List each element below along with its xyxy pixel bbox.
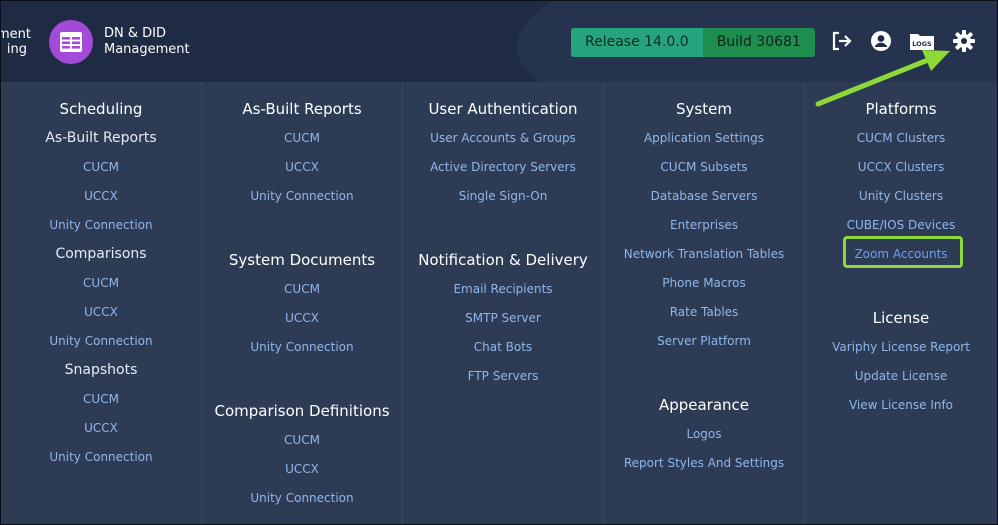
menu-column-users: User Authentication User Accounts & Grou… [403, 82, 604, 524]
link-application-settings[interactable]: Application Settings [604, 131, 804, 145]
link-sched-asbuilt-uccx[interactable]: UCCX [1, 189, 201, 203]
link-sched-snap-cucm[interactable]: CUCM [1, 392, 201, 406]
link-rate-tables[interactable]: Rate Tables [604, 305, 804, 319]
link-unity-clusters[interactable]: Unity Clusters [805, 189, 997, 203]
link-server-platform[interactable]: Server Platform [604, 334, 804, 348]
link-asbuilt-uccx[interactable]: UCCX [202, 160, 402, 174]
link-sched-comp-uccx[interactable]: UCCX [1, 305, 201, 319]
link-enterprises[interactable]: Enterprises [604, 218, 804, 232]
cut-off-nav-label[interactable]: ment ing [1, 27, 31, 57]
link-sched-comp-cucm[interactable]: CUCM [1, 276, 201, 290]
version-badge: Release 14.0.0 Build 30681 [571, 28, 815, 57]
link-sysdoc-cucm[interactable]: CUCM [202, 282, 402, 296]
cut-off-label-line-1: ment [1, 27, 31, 42]
link-sched-asbuilt-cucm[interactable]: CUCM [1, 160, 201, 174]
menu-column-scheduling: Scheduling As-Built Reports CUCM UCCX Un… [1, 82, 202, 524]
zoom-accounts-highlight [843, 236, 963, 268]
table-icon[interactable] [49, 20, 93, 64]
build-label: Build 30681 [702, 28, 815, 57]
heading-system-documents: System Documents [228, 251, 376, 269]
link-asbuilt-cucm[interactable]: CUCM [202, 131, 402, 145]
link-compdef-unity[interactable]: Unity Connection [202, 491, 402, 505]
subheading-snapshots: Snapshots [64, 362, 138, 378]
link-variphy-license-report[interactable]: Variphy License Report [805, 340, 997, 354]
heading-user-authentication: User Authentication [428, 100, 578, 118]
link-phone-macros[interactable]: Phone Macros [604, 276, 804, 290]
gear-icon[interactable] [952, 29, 976, 53]
link-chat-bots[interactable]: Chat Bots [403, 340, 603, 354]
heading-appearance: Appearance [658, 396, 750, 414]
link-report-styles-settings[interactable]: Report Styles And Settings [604, 456, 804, 470]
heading-scheduling: Scheduling [59, 100, 143, 118]
heading-notification-delivery: Notification & Delivery [418, 251, 588, 269]
logs-icon-label: LOGS [912, 40, 932, 48]
link-compdef-uccx[interactable]: UCCX [202, 462, 402, 476]
top-header: ment ing DN & DID Management Release 14.… [1, 1, 997, 82]
link-active-directory-servers[interactable]: Active Directory Servers [403, 160, 603, 174]
cut-off-label-line-2: ing [6, 42, 27, 57]
link-sysdoc-uccx[interactable]: UCCX [202, 311, 402, 325]
link-cucm-clusters[interactable]: CUCM Clusters [805, 131, 997, 145]
link-sched-comp-unity[interactable]: Unity Connection [1, 334, 201, 348]
link-compdef-cucm[interactable]: CUCM [202, 433, 402, 447]
release-label: Release 14.0.0 [571, 28, 703, 57]
heading-license: License [872, 309, 930, 327]
user-icon[interactable] [869, 29, 893, 53]
link-network-translation-tables[interactable]: Network Translation Tables [604, 247, 804, 261]
app-title-line-1: DN & DID [104, 26, 166, 41]
heading-comparison-definitions: Comparison Definitions [214, 402, 390, 420]
link-sched-snap-uccx[interactable]: UCCX [1, 421, 201, 435]
menu-column-system: System Application Settings CUCM Subsets… [604, 82, 805, 524]
heading-as-built-reports: As-Built Reports [242, 100, 362, 118]
link-sysdoc-unity[interactable]: Unity Connection [202, 340, 402, 354]
link-database-servers[interactable]: Database Servers [604, 189, 804, 203]
link-update-license[interactable]: Update License [805, 369, 997, 383]
link-sched-asbuilt-unity[interactable]: Unity Connection [1, 218, 201, 232]
link-email-recipients[interactable]: Email Recipients [403, 282, 603, 296]
link-cucm-subsets[interactable]: CUCM Subsets [604, 160, 804, 174]
link-user-accounts-groups[interactable]: User Accounts & Groups [403, 131, 603, 145]
link-single-sign-on[interactable]: Single Sign-On [403, 189, 603, 203]
link-cube-ios-devices[interactable]: CUBE/IOS Devices [805, 218, 997, 232]
link-asbuilt-unity[interactable]: Unity Connection [202, 189, 402, 203]
link-uccx-clusters[interactable]: UCCX Clusters [805, 160, 997, 174]
link-ftp-servers[interactable]: FTP Servers [403, 369, 603, 383]
link-sched-snap-unity[interactable]: Unity Connection [1, 450, 201, 464]
heading-platforms: Platforms [865, 100, 937, 118]
logs-folder-icon[interactable]: LOGS [909, 29, 935, 53]
logout-icon[interactable] [829, 29, 853, 53]
app-title-line-2: Management [104, 42, 190, 57]
link-smtp-server[interactable]: SMTP Server [403, 311, 603, 325]
menu-column-platforms: Platforms CUCM Clusters UCCX Clusters Un… [805, 82, 997, 524]
app-title[interactable]: DN & DID Management [104, 26, 190, 58]
menu-column-reports: As-Built Reports CUCM UCCX Unity Connect… [202, 82, 403, 524]
link-logos[interactable]: Logos [604, 427, 804, 441]
link-view-license-info[interactable]: View License Info [805, 398, 997, 412]
heading-system: System [676, 100, 732, 118]
subheading-as-built-reports: As-Built Reports [45, 130, 157, 146]
subheading-comparisons: Comparisons [55, 246, 147, 262]
